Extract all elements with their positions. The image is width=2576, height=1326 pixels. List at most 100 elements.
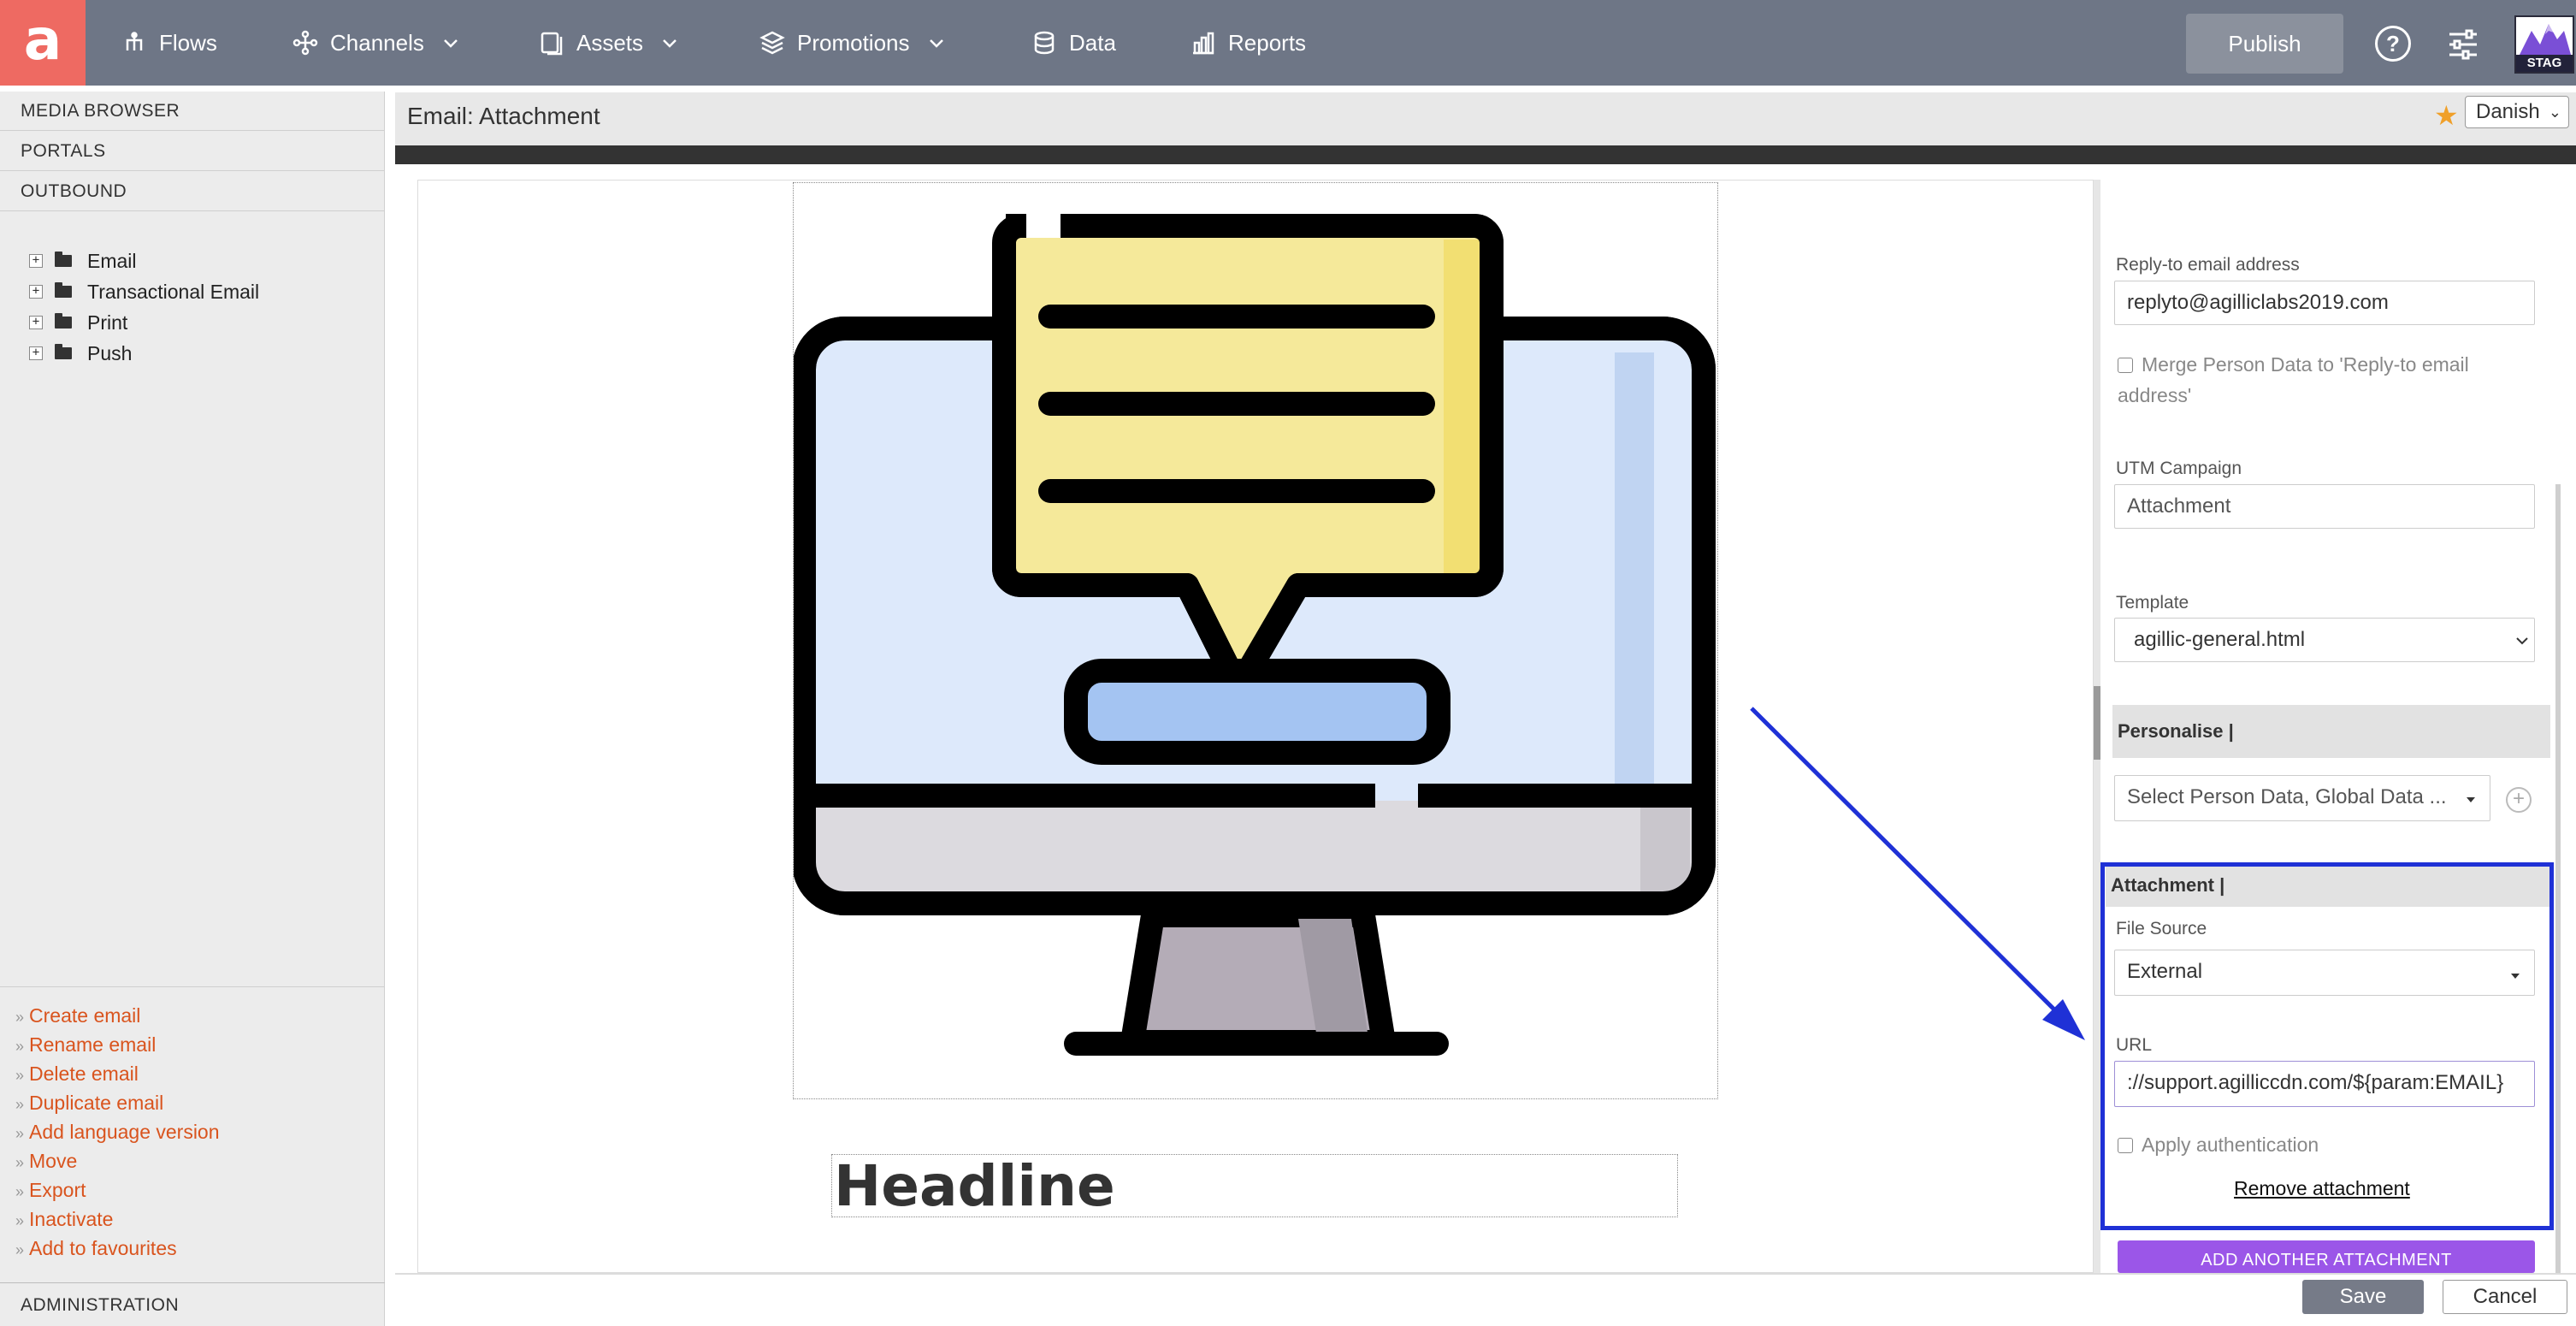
add-personalisation-icon[interactable]: + (2506, 787, 2532, 813)
action-arrow: » (15, 1183, 25, 1200)
action-arrow: » (15, 1096, 25, 1113)
reply-to-label: Reply-to email address (2116, 255, 2300, 275)
action-move[interactable]: » Move (15, 1150, 77, 1173)
action-add-language-version[interactable]: » Add language version (15, 1121, 220, 1144)
action-label: Rename email (29, 1033, 157, 1056)
action-label: Add to favourites (29, 1237, 177, 1259)
page-title: Email: Attachment (407, 103, 600, 129)
tree-item-label: Print (87, 311, 128, 334)
action-duplicate-email[interactable]: » Duplicate email (15, 1092, 163, 1115)
folder-icon (55, 282, 72, 298)
action-arrow: » (15, 1038, 25, 1055)
email-image-block[interactable] (793, 182, 1718, 1099)
tree-item-push[interactable]: + Push (29, 338, 259, 369)
panel-scrollbar[interactable] (2094, 180, 2100, 1273)
nav-promotions-label: Promotions (797, 29, 910, 56)
email-actions-list: » Create email » Rename email » Delete emai… (0, 986, 385, 1326)
expand-icon[interactable]: + (29, 254, 43, 268)
nav-promotions[interactable]: Promotions (759, 0, 946, 86)
nav-flows[interactable]: Flows (121, 0, 217, 86)
publish-button[interactable]: Publish (2186, 14, 2343, 74)
panel-scrollbar-thumb[interactable] (2094, 686, 2100, 760)
template-select[interactable]: agillic-general.html (2114, 618, 2535, 662)
top-navigation-bar: a Flows Channels Assets Promotions Data … (0, 0, 2576, 86)
nav-data[interactable]: Data (1031, 0, 1116, 86)
tree-item-print[interactable]: + Print (29, 307, 259, 338)
computer-chat-illustration (794, 214, 1716, 1056)
annotation-arrow (1750, 707, 2085, 1040)
action-export[interactable]: » Export (15, 1179, 86, 1202)
action-label: Create email (29, 1004, 141, 1027)
nav-assets[interactable]: Assets (539, 0, 679, 86)
add-another-attachment-button[interactable]: ADD ANOTHER ATTACHMENT (2118, 1240, 2535, 1273)
personalise-select[interactable]: Select Person Data, Global Data ... (2114, 775, 2490, 821)
tree-item-label: Email (87, 249, 137, 272)
save-button[interactable]: Save (2302, 1280, 2424, 1314)
chevron-down-icon (443, 39, 458, 48)
language-value: Danish (2476, 100, 2540, 123)
action-rename-email[interactable]: » Rename email (15, 1033, 156, 1057)
editor-header: Email: Attachment ★ Danish ⌄ (395, 92, 2576, 145)
headline-text[interactable]: Headline (834, 1157, 1115, 1216)
action-label: Inactivate (29, 1208, 114, 1230)
chevron-down-icon (2516, 637, 2528, 645)
expand-icon[interactable]: + (29, 346, 43, 360)
tree-item-email[interactable]: + Email (29, 246, 259, 276)
reply-to-input[interactable]: replyto@agilliclabs2019.com (2114, 281, 2535, 325)
bar-chart-icon (1193, 32, 1214, 55)
mountain-logo-icon (2520, 24, 2571, 55)
flows-icon (126, 32, 143, 50)
action-arrow: » (15, 1009, 25, 1026)
chevron-down-icon (663, 39, 676, 48)
tree-item-label: Push (87, 341, 133, 364)
agillic-logo[interactable]: a (0, 0, 86, 86)
channels-icon (292, 30, 318, 56)
outbound-tree: + Email + Transactional Email + Print + Push (29, 246, 259, 369)
tree-item-transactional-email[interactable]: + Transactional Email (29, 276, 259, 307)
settings-sliders-icon[interactable] (2446, 27, 2480, 62)
tree-item-label: Transactional Email (87, 280, 260, 303)
editor-toolbar-strip (395, 145, 2576, 164)
headline-block[interactable]: Headline (831, 1154, 1678, 1217)
utm-campaign-input[interactable]: Attachment (2114, 484, 2535, 529)
expand-icon[interactable]: + (29, 285, 43, 299)
help-icon[interactable]: ? (2375, 26, 2411, 62)
cancel-button[interactable]: Cancel (2443, 1280, 2567, 1314)
footer-divider (395, 1273, 2576, 1275)
template-label: Template (2116, 593, 2189, 613)
action-add-to-favourites[interactable]: » Add to favourites (15, 1237, 177, 1260)
personalise-section-header[interactable]: Personalise | (2112, 705, 2550, 758)
sidebar-outbound[interactable]: OUTBOUND (0, 172, 385, 211)
merge-person-data-checkbox[interactable] (2118, 358, 2133, 373)
assets-icon (541, 32, 563, 56)
action-delete-email[interactable]: » Delete email (15, 1063, 139, 1086)
nav-reports-label: Reports (1228, 29, 1307, 56)
database-icon (1034, 31, 1055, 55)
action-inactivate[interactable]: » Inactivate (15, 1208, 113, 1231)
left-sidebar: MEDIA BROWSER PORTALS OUTBOUND + Email + T… (0, 92, 385, 1326)
action-arrow: » (15, 1212, 25, 1229)
action-label: Add language version (29, 1121, 220, 1143)
expand-icon[interactable]: + (29, 316, 43, 329)
action-create-email[interactable]: » Create email (15, 1004, 140, 1027)
environment-badge[interactable]: STAG (2514, 15, 2574, 74)
nav-data-label: Data (1069, 29, 1116, 56)
nav-reports[interactable]: Reports (1191, 0, 1306, 86)
utm-campaign-label: UTM Campaign (2116, 459, 2242, 478)
sidebar-administration[interactable]: ADMINISTRATION (0, 1282, 385, 1326)
folder-icon (55, 252, 72, 267)
star-icon[interactable]: ★ (2434, 102, 2460, 129)
attachment-highlight-box (2100, 862, 2554, 1230)
panel-inner-scrollbar[interactable] (2555, 484, 2561, 1273)
chevron-down-icon (929, 39, 943, 48)
folder-icon (55, 344, 72, 359)
nav-channels[interactable]: Channels (292, 0, 460, 86)
environment-badge-label: STAG (2516, 55, 2573, 72)
merge-person-data-checkbox-row[interactable]: Merge Person Data to 'Reply-to email add… (2118, 349, 2545, 411)
sidebar-portals[interactable]: PORTALS (0, 132, 385, 171)
action-label: Duplicate email (29, 1092, 164, 1114)
language-select[interactable]: Danish ⌄ (2465, 96, 2569, 128)
template-value: agillic-general.html (2134, 628, 2306, 651)
promotions-icon (759, 31, 785, 55)
sidebar-media-browser[interactable]: MEDIA BROWSER (0, 92, 385, 131)
